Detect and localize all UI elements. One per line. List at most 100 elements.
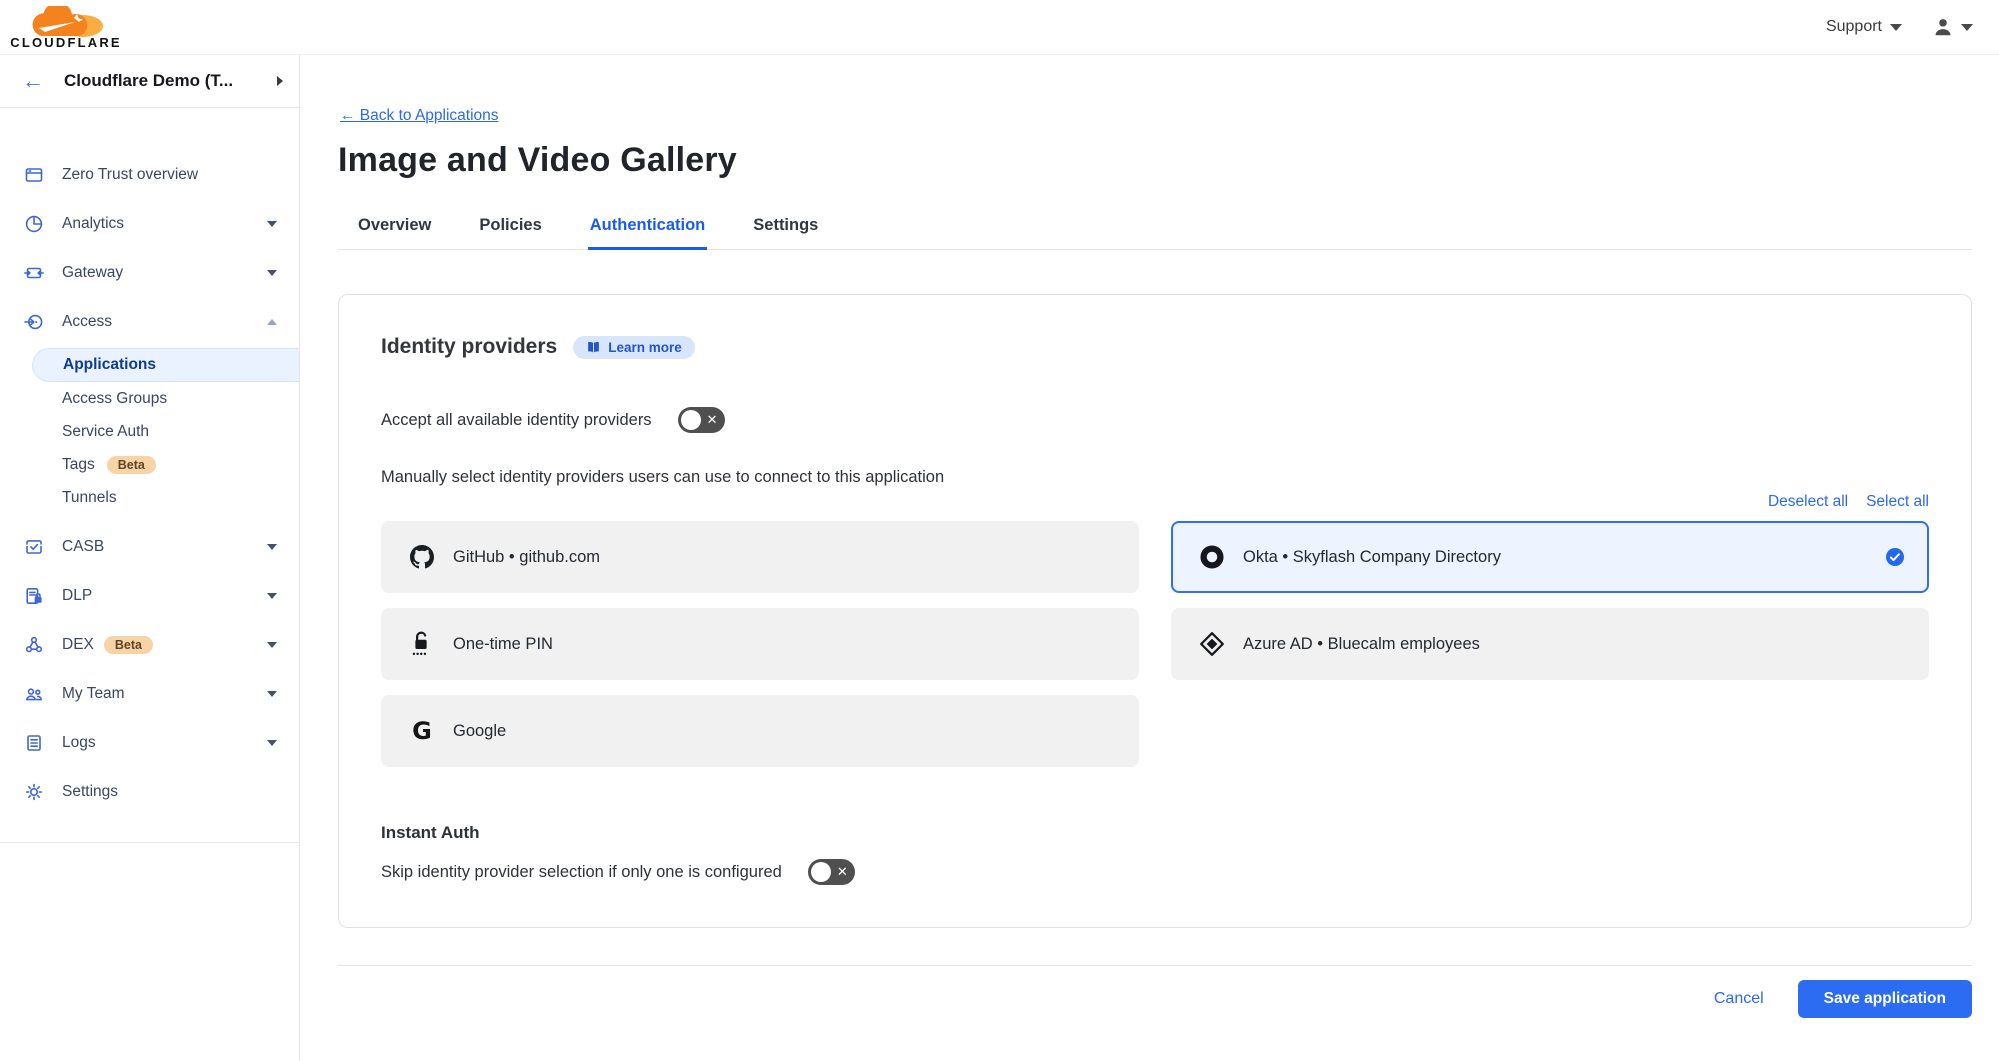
sidebar-item-tags[interactable]: Tags Beta (0, 448, 299, 481)
main-content: ← Back to Applications Image and Video G… (300, 55, 1999, 1061)
caret-down-icon[interactable] (267, 593, 277, 599)
deselect-all-link[interactable]: Deselect all (1768, 493, 1848, 511)
zero-trust-overview-icon (24, 165, 44, 185)
sidebar-item-label: Settings (62, 783, 277, 801)
sidebar-item-dlp[interactable]: DLP (0, 571, 299, 620)
select-all-link[interactable]: Select all (1866, 493, 1929, 511)
access-icon (24, 312, 44, 332)
sidebar-item-label: Analytics (62, 215, 267, 233)
footer-divider (338, 965, 1972, 966)
google-icon: G (412, 719, 432, 743)
learn-more-badge[interactable]: Learn more (573, 336, 695, 359)
okta-icon (1200, 545, 1224, 569)
sidebar-item-access[interactable]: Access (0, 297, 299, 346)
sidebar-item-access-groups[interactable]: Access Groups (0, 382, 299, 415)
check-circle-icon (1885, 547, 1905, 567)
instant-auth-heading: Instant Auth (381, 823, 1929, 843)
gateway-icon (24, 263, 44, 283)
sidebar-item-analytics[interactable]: Analytics (0, 199, 299, 248)
sidebar-item-label: DEX Beta (62, 636, 267, 654)
footer-actions: Cancel Save application (338, 980, 1972, 1018)
sidebar-divider (0, 842, 299, 843)
support-caret-icon (1890, 24, 1902, 31)
sidebar-item-gateway[interactable]: Gateway (0, 248, 299, 297)
one-time-pin-lock-icon (411, 631, 433, 657)
cloudflare-logo[interactable]: CLOUDFLARE (14, 6, 118, 50)
my-team-icon (24, 684, 44, 704)
instant-auth-label: Skip identity provider selection if only… (381, 863, 782, 882)
instant-auth-toggle[interactable]: ✕ (808, 859, 855, 885)
support-label: Support (1826, 18, 1882, 36)
sidebar-item-service-auth[interactable]: Service Auth (0, 415, 299, 448)
toggle-knob (681, 410, 701, 430)
beta-badge: Beta (107, 456, 156, 474)
casb-icon (24, 537, 44, 557)
provider-tile-okta[interactable]: Okta • Skyflash Company Directory (1171, 521, 1929, 593)
sidebar-item-dex[interactable]: DEX Beta (0, 620, 299, 669)
provider-tile-azure-ad[interactable]: Azure AD • Bluecalm employees (1171, 608, 1929, 680)
toggle-x-icon: ✕ (837, 859, 848, 885)
accept-all-toggle[interactable]: ✕ (678, 407, 725, 433)
sidebar-subitem-label: Tunnels (62, 489, 117, 507)
dex-icon (24, 635, 44, 655)
provider-tile-one-time-pin[interactable]: One-time PIN (381, 608, 1139, 680)
user-caret-icon (1961, 24, 1973, 31)
provider-label: Google (453, 722, 1115, 741)
sidebar-item-label: Gateway (62, 264, 267, 282)
caret-down-icon[interactable] (267, 544, 277, 550)
back-arrow-icon[interactable]: ← (22, 70, 44, 92)
sidebar-item-label: DLP (62, 587, 267, 605)
toggle-knob (811, 862, 831, 882)
cloudflare-cloud-icon (27, 6, 105, 38)
sidebar-item-logs[interactable]: Logs (0, 718, 299, 767)
caret-down-icon[interactable] (267, 642, 277, 648)
sidebar-nav: Zero Trust overview Analytics Gateway (0, 108, 299, 843)
sidebar-item-label: CASB (62, 538, 267, 556)
account-chevron-icon[interactable] (277, 76, 283, 86)
provider-tile-github[interactable]: GitHub • github.com (381, 521, 1139, 593)
sidebar-account-header: ← Cloudflare Demo (T... (0, 55, 299, 108)
sidebar-item-casb[interactable]: CASB (0, 522, 299, 571)
caret-down-icon[interactable] (267, 740, 277, 746)
provider-label: One-time PIN (453, 635, 1115, 654)
sidebar-item-settings[interactable]: Settings (0, 767, 299, 816)
provider-label: GitHub • github.com (453, 548, 1115, 567)
provider-tile-google[interactable]: G Google (381, 695, 1139, 767)
provider-grid: GitHub • github.com Okta • Skyflash Comp… (381, 521, 1929, 767)
caret-down-icon[interactable] (267, 221, 277, 227)
user-menu[interactable] (1932, 16, 1973, 38)
cancel-button[interactable]: Cancel (1714, 990, 1764, 1008)
access-subnav: Applications Access Groups Service Auth … (0, 346, 299, 522)
save-application-button[interactable]: Save application (1798, 980, 1972, 1018)
tab-bar: Overview Policies Authentication Setting… (338, 210, 1972, 250)
tab-settings[interactable]: Settings (751, 210, 820, 249)
caret-up-icon[interactable] (267, 319, 277, 325)
toggle-x-icon: ✕ (707, 407, 718, 433)
sidebar-item-applications[interactable]: Applications (32, 348, 299, 382)
back-to-applications-link[interactable]: ← Back to Applications (340, 107, 499, 125)
sidebar-item-zero-trust-overview[interactable]: Zero Trust overview (0, 150, 299, 199)
identity-providers-card: Identity providers Learn more Accept all… (338, 294, 1972, 928)
beta-badge: Beta (104, 636, 153, 654)
sidebar-item-my-team[interactable]: My Team (0, 669, 299, 718)
account-name[interactable]: Cloudflare Demo (T... (64, 71, 257, 91)
caret-down-icon[interactable] (267, 270, 277, 276)
tab-authentication[interactable]: Authentication (588, 210, 708, 250)
github-icon (410, 545, 434, 569)
caret-down-icon[interactable] (267, 691, 277, 697)
tab-overview[interactable]: Overview (356, 210, 433, 249)
learn-more-label: Learn more (608, 340, 682, 355)
sidebar-item-tunnels[interactable]: Tunnels (0, 481, 299, 514)
sidebar-subitem-label: Applications (63, 356, 156, 374)
provider-label: Azure AD • Bluecalm employees (1243, 635, 1905, 654)
support-menu[interactable]: Support (1826, 18, 1902, 36)
dlp-icon (24, 586, 44, 606)
sidebar-item-label: My Team (62, 685, 267, 703)
book-icon (586, 340, 601, 355)
analytics-icon (24, 214, 44, 234)
brand-wordmark: CLOUDFLARE (10, 35, 122, 50)
manual-select-label: Manually select identity providers users… (381, 468, 944, 486)
tab-policies[interactable]: Policies (477, 210, 543, 249)
provider-label: Okta • Skyflash Company Directory (1243, 548, 1885, 567)
logs-icon (24, 733, 44, 753)
